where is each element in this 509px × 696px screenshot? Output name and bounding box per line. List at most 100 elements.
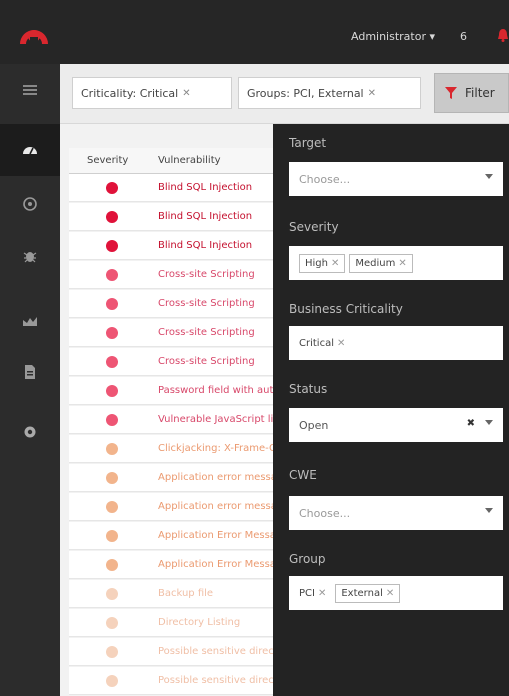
filter-chip-groups[interactable]: Groups: PCI, External ✕ [238, 77, 421, 109]
top-bar: Administrator ▾ 6 [0, 0, 509, 64]
filter-button-label: Filter [465, 86, 495, 100]
sidebar-item-trends[interactable] [0, 294, 60, 346]
vulnerability-name[interactable]: Vulnerable JavaScript library [158, 414, 273, 425]
table-row[interactable]: Cross-site Scripting [69, 290, 273, 318]
table-row[interactable]: Vulnerable JavaScript library [69, 406, 273, 434]
funnel-icon [445, 87, 457, 99]
table-row[interactable]: Backup file [69, 580, 273, 608]
table-row[interactable]: Application Error Message [69, 522, 273, 550]
filter-chip-label: Criticality: Critical [81, 86, 179, 100]
vulnerability-name[interactable]: Backup file [158, 588, 273, 599]
severity-medium-icon [106, 269, 118, 281]
vulnerability-name[interactable]: Clickjacking: X-Frame-Options header mis… [158, 443, 273, 454]
table-row[interactable]: Application Error Message [69, 551, 273, 579]
table-row[interactable]: Blind SQL Injection [69, 203, 273, 231]
sidebar-item-targets[interactable] [0, 178, 60, 230]
chart-icon [23, 317, 37, 326]
tag-label: Medium [355, 257, 396, 269]
group-multiselect[interactable]: PCI ✕ External ✕ [289, 576, 503, 610]
vulnerability-name[interactable]: Possible sensitive directories [158, 646, 273, 657]
severity-low-icon [106, 443, 118, 455]
vulnerability-name[interactable]: Cross-site Scripting [158, 356, 273, 367]
vulnerability-name[interactable]: Cross-site Scripting [158, 298, 273, 309]
vulnerability-name[interactable]: Directory Listing [158, 617, 273, 628]
criticality-multiselect[interactable]: Critical ✕ [289, 326, 503, 360]
chevron-down-icon [485, 174, 493, 179]
filter-chip-criticality[interactable]: Criticality: Critical ✕ [72, 77, 232, 109]
cwe-select[interactable]: Choose... [289, 496, 503, 530]
vulnerability-name[interactable]: Application error message [158, 472, 273, 483]
status-select[interactable]: Open ✖ [289, 408, 503, 442]
tag-label: External [341, 587, 383, 599]
table-row[interactable]: Password field with autocomplete [69, 377, 273, 405]
close-icon[interactable]: ✕ [386, 588, 394, 599]
target-select[interactable]: Choose... [289, 162, 503, 196]
vulnerability-name[interactable]: Blind SQL Injection [158, 240, 273, 251]
table-row[interactable]: Cross-site Scripting [69, 348, 273, 376]
vulnerability-name[interactable]: Cross-site Scripting [158, 269, 273, 280]
severity-multiselect[interactable]: High ✕ Medium ✕ [289, 246, 503, 280]
logo-icon[interactable] [18, 22, 50, 46]
table-row[interactable]: Application error message [69, 493, 273, 521]
clear-icon[interactable]: ✖ [467, 418, 475, 429]
sidebar-item-settings[interactable] [0, 406, 60, 458]
close-icon[interactable]: ✕ [398, 258, 406, 269]
target-label: Target [289, 136, 327, 150]
vulnerability-name[interactable]: Cross-site Scripting [158, 327, 273, 338]
vulnerability-name[interactable]: Blind SQL Injection [158, 182, 273, 193]
table-row[interactable]: Blind SQL Injection [69, 232, 273, 260]
bell-icon[interactable] [497, 28, 509, 42]
tag-label: Critical [299, 337, 334, 349]
column-header-severity[interactable]: Severity [87, 155, 128, 166]
vulnerability-name[interactable]: Application Error Message [158, 530, 273, 541]
severity-medium-icon [106, 356, 118, 368]
bug-icon [23, 252, 37, 263]
tag-label: PCI [299, 587, 315, 599]
table-row[interactable]: Cross-site Scripting [69, 261, 273, 289]
close-icon[interactable]: ✕ [331, 258, 339, 269]
user-menu[interactable]: Administrator ▾ [351, 30, 435, 43]
dashboard-icon [23, 147, 37, 155]
table-row[interactable]: Directory Listing [69, 609, 273, 637]
vulnerability-name[interactable]: Application error message [158, 501, 273, 512]
table-row[interactable]: Application error message [69, 464, 273, 492]
vulnerability-table: Severity Vulnerability Blind SQL Injecti… [60, 124, 273, 696]
criticality-label: Business Criticality [289, 302, 403, 316]
severity-high-icon [106, 182, 118, 194]
sidebar [0, 64, 60, 696]
vulnerability-name[interactable]: Application Error Message [158, 559, 273, 570]
vulnerability-name[interactable]: Possible sensitive directories [158, 675, 273, 686]
close-icon[interactable]: ✕ [337, 338, 345, 349]
tag-label: High [305, 257, 328, 269]
close-icon[interactable]: ✕ [368, 88, 376, 99]
filter-button[interactable]: Filter [434, 73, 509, 113]
table-row[interactable]: Possible sensitive directories [69, 667, 273, 695]
close-icon[interactable]: ✕ [182, 88, 190, 99]
table-row[interactable]: Clickjacking: X-Frame-Options header mis… [69, 435, 273, 463]
vulnerability-name[interactable]: Password field with autocomplete [158, 385, 273, 396]
notification-count[interactable]: 6 [460, 30, 467, 43]
table-row[interactable]: Possible sensitive directories [69, 638, 273, 666]
table-row[interactable]: Blind SQL Injection [69, 174, 273, 202]
sidebar-item-vulnerabilities[interactable] [0, 230, 60, 282]
table-row[interactable]: Cross-site Scripting [69, 319, 273, 347]
severity-low-icon [106, 501, 118, 513]
vulnerability-name[interactable]: Blind SQL Injection [158, 211, 273, 222]
severity-tag-medium[interactable]: Medium ✕ [349, 253, 413, 273]
target-placeholder: Choose... [299, 172, 351, 186]
sidebar-item-reports[interactable] [0, 346, 60, 398]
sidebar-item-dashboard[interactable] [0, 124, 60, 176]
column-header-vulnerability[interactable]: Vulnerability [158, 155, 221, 166]
criticality-tag-critical[interactable]: Critical ✕ [299, 335, 350, 352]
sidebar-item-menu[interactable] [0, 64, 60, 116]
group-tag-pci[interactable]: PCI ✕ [299, 585, 331, 602]
severity-medium-icon [106, 327, 118, 339]
cwe-placeholder: Choose... [299, 506, 351, 520]
severity-high-icon [106, 240, 118, 252]
filter-bar: Criticality: Critical ✕ Groups: PCI, Ext… [60, 64, 509, 124]
severity-tag-high[interactable]: High ✕ [299, 253, 346, 273]
group-tag-external[interactable]: External ✕ [335, 583, 401, 603]
severity-medium-icon [106, 385, 118, 397]
settings-icon [24, 426, 36, 438]
close-icon[interactable]: ✕ [318, 588, 326, 599]
